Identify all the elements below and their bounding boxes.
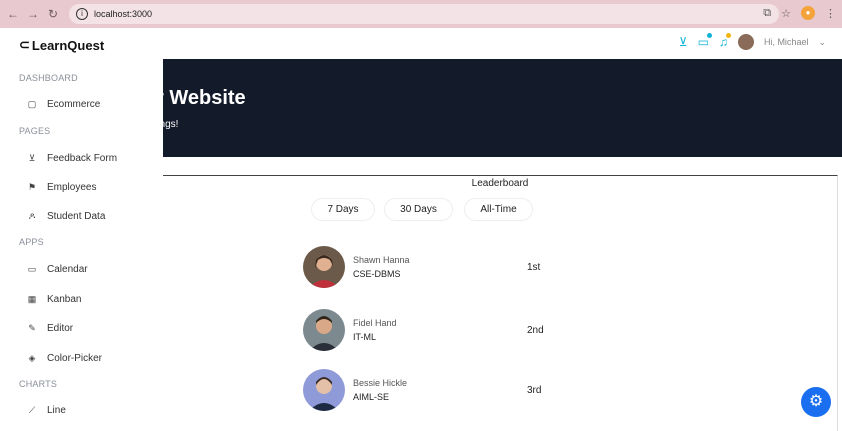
sidebar-item-editor[interactable]: ✎ Editor xyxy=(27,323,73,334)
sidebar-item-color-picker[interactable]: ◈ Color-Picker xyxy=(27,353,102,364)
chat-icon[interactable]: ▭ xyxy=(698,33,712,49)
sidebar-item-label: Employees xyxy=(47,182,97,193)
avatar xyxy=(303,309,345,351)
student-rank: 1st xyxy=(527,262,541,273)
section-charts: CHARTS xyxy=(19,379,58,389)
student-dept: CSE-DBMS xyxy=(353,269,401,279)
sidebar-item-ecommerce[interactable]: ▢ Ecommerce xyxy=(27,99,101,110)
user-group-icon: ዶ xyxy=(28,211,36,221)
cart-icon: ⊻ xyxy=(28,153,36,163)
student-name: Bessie Hickle xyxy=(353,378,408,388)
star-icon[interactable]: ☆ xyxy=(781,7,791,20)
student-name: Fidel Hand xyxy=(353,318,397,328)
people-icon: ⚑ xyxy=(27,182,37,192)
sidebar-item-label: Kanban xyxy=(47,294,82,305)
avatar xyxy=(303,369,345,411)
student-rank: 2nd xyxy=(527,325,544,336)
sidebar-item-label: Color-Picker xyxy=(47,353,103,364)
logo-icon: ⊂ xyxy=(19,37,30,52)
browser-toolbar: ← → ↻ i localhost:3000 ⧉ ☆ ● ⋮ xyxy=(0,0,842,28)
settings-icon[interactable]: ⚙ xyxy=(801,387,831,417)
student-dept: IT-ML xyxy=(353,332,377,342)
leaderboard-row: Fidel Hand IT-ML 2nd xyxy=(303,309,563,355)
cart-icon[interactable]: ⊻ xyxy=(679,35,688,49)
profile-icon[interactable]: ● xyxy=(801,6,815,20)
sidebar-item-label: Calendar xyxy=(47,264,88,275)
sidebar-item-label: Line xyxy=(47,405,66,416)
student-rank: 3rd xyxy=(527,385,542,396)
forward-icon[interactable]: → xyxy=(26,7,40,21)
student-name: Shawn Hanna xyxy=(353,255,410,265)
sidebar-item-kanban[interactable]: ▦ Kanban xyxy=(27,294,82,305)
sidebar-item-calendar[interactable]: ▭ Calendar xyxy=(27,264,88,275)
sidebar-item-label: Editor xyxy=(47,323,74,334)
filter-30-days[interactable]: 30 Days xyxy=(384,198,453,221)
url-text: localhost:3000 xyxy=(94,9,153,19)
site-info-icon[interactable]: i xyxy=(76,8,88,20)
kanban-icon: ▦ xyxy=(27,294,37,304)
leaderboard-row: Shawn Hanna CSE-DBMS 1st xyxy=(303,246,563,292)
user-greeting[interactable]: Hi, Michael xyxy=(764,37,809,47)
back-icon[interactable]: ← xyxy=(6,7,20,21)
sidebar-item-label: Student Data xyxy=(47,211,106,222)
sidebar-item-label: Feedback Form xyxy=(47,153,118,164)
filter-all-time[interactable]: All-Time xyxy=(464,198,533,221)
student-dept: AIML-SE xyxy=(353,392,390,402)
screen-share-icon[interactable]: ⧉ xyxy=(763,7,771,20)
avatar xyxy=(303,246,345,288)
hero-banner: r Website things! xyxy=(149,59,842,157)
leaderboard-title: Leaderboard xyxy=(471,178,529,189)
address-bar[interactable]: i localhost:3000 xyxy=(69,4,779,24)
sidebar-item-line[interactable]: ⟋ Line xyxy=(27,405,66,416)
logo[interactable]: ⊂ LearnQuest xyxy=(19,37,104,53)
leaderboard-row: Bessie Hickle AIML-SE 3rd xyxy=(303,369,563,415)
line-chart-icon: ⟋ xyxy=(28,405,36,415)
section-apps: APPS xyxy=(19,237,44,247)
bag-icon: ▢ xyxy=(27,99,37,109)
logo-text: LearnQuest xyxy=(31,37,105,53)
calendar-icon: ▭ xyxy=(27,264,37,274)
bell-icon[interactable]: ♫ xyxy=(719,33,731,49)
sidebar-item-student-data[interactable]: ዶ Student Data xyxy=(27,211,106,222)
leaderboard-panel: Leaderboard 7 Days 30 Days All-Time Shaw… xyxy=(163,175,838,431)
filter-7-days[interactable]: 7 Days xyxy=(311,198,375,221)
section-dashboard: DASHBOARD xyxy=(19,73,78,83)
edit-icon: ✎ xyxy=(28,323,36,333)
chevron-down-icon[interactable]: ⌄ xyxy=(818,37,826,48)
reload-icon[interactable]: ↻ xyxy=(46,7,60,21)
avatar[interactable] xyxy=(737,34,754,50)
color-picker-icon: ◈ xyxy=(28,353,36,363)
sidebar-item-label: Ecommerce xyxy=(47,99,101,110)
menu-icon[interactable]: ⋮ xyxy=(825,7,836,20)
sidebar: ⊂ LearnQuest DASHBOARD ▢ Ecommerce PAGES… xyxy=(0,28,163,431)
hero-title: r Website xyxy=(156,87,246,109)
top-header: ⊻ ▭ ♫ Hi, Michael ⌄ xyxy=(163,28,842,59)
sidebar-item-employees[interactable]: ⚑ Employees xyxy=(27,182,97,193)
sidebar-item-feedback-form[interactable]: ⊻ Feedback Form xyxy=(27,153,117,164)
section-pages: PAGES xyxy=(19,126,51,136)
